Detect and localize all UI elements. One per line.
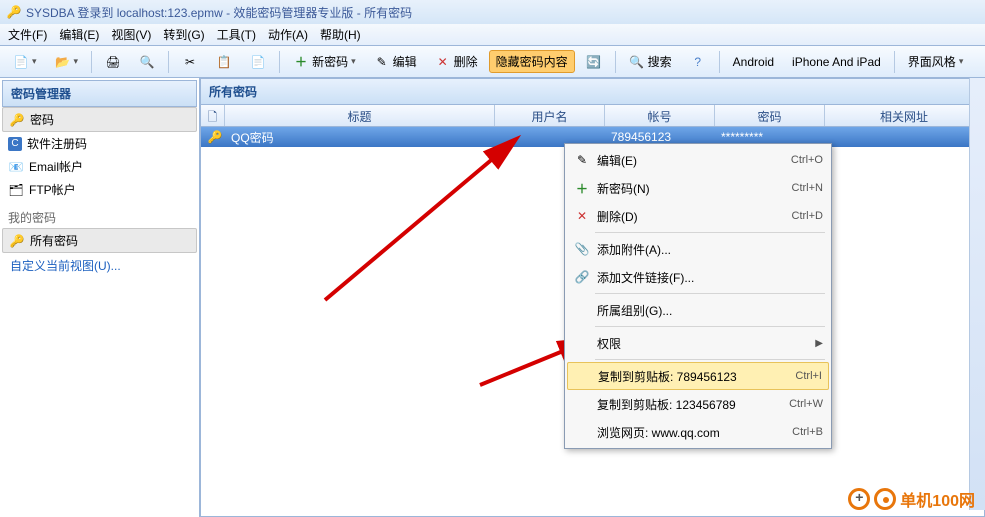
paste-button[interactable]: 📄 <box>243 51 273 73</box>
new-password-button[interactable]: ＋新密码▾ <box>286 50 363 73</box>
open-button[interactable]: 📂▾ <box>48 51 86 73</box>
ctx-copy-password[interactable]: 复制到剪贴板: 123456789Ctrl+W <box>567 390 829 418</box>
titlebar: 🔑 SYSDBA 登录到 localhost:123.epmw - 效能密码管理… <box>0 0 985 24</box>
folder-icon: 📂 <box>55 54 71 70</box>
sidebar-item-ftp[interactable]: 🗂FTP帐户 <box>2 178 197 201</box>
help-icon: ? <box>690 54 706 70</box>
ctx-delete[interactable]: ✕删除(D)Ctrl+D <box>567 202 829 230</box>
ui-style-button[interactable]: 界面风格▾ <box>901 50 971 73</box>
menu-action[interactable]: 动作(A) <box>268 26 308 43</box>
sidebar-header: 密码管理器 <box>2 80 197 107</box>
ctx-new[interactable]: ＋新密码(N)Ctrl+N <box>567 174 829 202</box>
iphone-button[interactable]: iPhone And iPad <box>785 52 888 72</box>
scrollbar[interactable] <box>969 78 985 510</box>
col-title[interactable]: 标题 <box>225 105 495 126</box>
hide-content-label: 隐藏密码内容 <box>496 53 568 70</box>
android-label: Android <box>733 55 774 69</box>
ctx-browse[interactable]: 浏览网页: www.qq.comCtrl+B <box>567 418 829 446</box>
plus-icon: ＋ <box>571 180 593 197</box>
cut-icon: ✂ <box>182 54 198 70</box>
logo-plus-icon <box>848 488 870 510</box>
menu-goto[interactable]: 转到(G) <box>163 26 204 43</box>
preview-icon: 🔍 <box>139 54 155 70</box>
menubar: 文件(F) 编辑(E) 视图(V) 转到(G) 工具(T) 动作(A) 帮助(H… <box>0 24 985 46</box>
menu-view[interactable]: 视图(V) <box>111 26 151 43</box>
iphone-label: iPhone And iPad <box>792 55 881 69</box>
menu-edit[interactable]: 编辑(E) <box>59 26 99 43</box>
help-button[interactable]: ? <box>683 51 713 73</box>
ftp-icon: 🗂 <box>8 182 24 198</box>
menu-file[interactable]: 文件(F) <box>8 26 47 43</box>
context-menu: ✎编辑(E)Ctrl+O ＋新密码(N)Ctrl+N ✕删除(D)Ctrl+D … <box>564 143 832 449</box>
ctx-perm[interactable]: 权限▶ <box>567 329 829 357</box>
key-icon: 🔑 <box>6 4 22 20</box>
preview-button[interactable]: 🔍 <box>132 51 162 73</box>
copy-icon: 📋 <box>216 54 232 70</box>
sidebar: 密码管理器 🔑密码 C软件注册码 📧Email帐户 🗂FTP帐户 我的密码 🔑所… <box>0 78 200 517</box>
delete-label: 删除 <box>454 53 478 70</box>
chevron-right-icon: ▶ <box>815 338 823 349</box>
content-header: 所有密码 <box>201 79 984 105</box>
key-icon: 🔑 <box>9 233 25 249</box>
refresh-icon: 🔄 <box>586 54 602 70</box>
cut-button[interactable]: ✂ <box>175 51 205 73</box>
clip-icon: 📎 <box>571 242 593 256</box>
key-icon: 🔑 <box>9 112 25 128</box>
sidebar-item-password[interactable]: 🔑密码 <box>2 107 197 132</box>
ui-style-label: 界面风格 <box>908 53 956 70</box>
plus-icon: ＋ <box>293 54 309 70</box>
menu-tools[interactable]: 工具(T) <box>217 26 256 43</box>
x-icon: ✕ <box>571 209 593 223</box>
refresh-button[interactable]: 🔄 <box>579 51 609 73</box>
ctx-link[interactable]: 🔗添加文件链接(F)... <box>567 263 829 291</box>
sidebar-item-software[interactable]: C软件注册码 <box>2 132 197 155</box>
sidebar-item-email[interactable]: 📧Email帐户 <box>2 155 197 178</box>
col-user[interactable]: 用户名 <box>495 105 605 126</box>
delete-button[interactable]: ✕删除 <box>428 50 485 73</box>
x-icon: ✕ <box>435 54 451 70</box>
sidebar-group-mypass: 我的密码 <box>2 205 197 228</box>
doc-icon: 📄 <box>13 54 29 70</box>
logo-dot-icon <box>874 488 896 510</box>
row-title: QQ密码 <box>225 127 495 148</box>
col-password[interactable]: 密码 <box>715 105 825 126</box>
link-icon: 🔗 <box>571 270 593 284</box>
ctx-copy-account[interactable]: 复制到剪贴板: 789456123Ctrl+I <box>567 362 829 390</box>
print-button[interactable]: 🖨 <box>98 51 128 73</box>
toolbar: 📄▾ 📂▾ 🖨 🔍 ✂ 📋 📄 ＋新密码▾ ✎编辑 ✕删除 隐藏密码内容 🔄 🔍… <box>0 46 985 78</box>
key-icon: 🔑 <box>207 129 223 145</box>
hide-content-button[interactable]: 隐藏密码内容 <box>489 50 575 73</box>
android-button[interactable]: Android <box>726 52 781 72</box>
nav-button[interactable]: 📄▾ <box>6 51 44 73</box>
edit-button[interactable]: ✎编辑 <box>367 50 424 73</box>
search-button[interactable]: 🔍搜索 <box>622 50 679 73</box>
sidebar-custom-view-link[interactable]: 自定义当前视图(U)... <box>2 253 197 278</box>
copy-button[interactable]: 📋 <box>209 51 239 73</box>
col-account[interactable]: 帐号 <box>605 105 715 126</box>
row-user <box>495 135 605 139</box>
paste-icon: 📄 <box>250 54 266 70</box>
print-icon: 🖨 <box>105 54 121 70</box>
menu-help[interactable]: 帮助(H) <box>320 26 361 43</box>
search-label: 搜索 <box>648 53 672 70</box>
col-url[interactable]: 相关网址 <box>825 105 984 126</box>
pencil-icon: ✎ <box>374 54 390 70</box>
new-password-label: 新密码 <box>312 53 348 70</box>
ctx-attach[interactable]: 📎添加附件(A)... <box>567 235 829 263</box>
sidebar-item-all-passwords[interactable]: 🔑所有密码 <box>2 228 197 253</box>
col-icon[interactable]: 🗋 <box>201 105 225 126</box>
ctx-edit[interactable]: ✎编辑(E)Ctrl+O <box>567 146 829 174</box>
watermark-text: 单机100网 <box>900 487 975 511</box>
grid-header: 🗋 标题 用户名 帐号 密码 相关网址 <box>201 105 984 127</box>
search-icon: 🔍 <box>629 54 645 70</box>
edit-label: 编辑 <box>393 53 417 70</box>
ctx-group[interactable]: 所属组别(G)... <box>567 296 829 324</box>
pencil-icon: ✎ <box>571 153 593 167</box>
row-url <box>825 135 984 139</box>
cube-icon: C <box>8 137 22 151</box>
watermark: 单机100网 <box>848 487 975 511</box>
mail-icon: 📧 <box>8 159 24 175</box>
window-title: SYSDBA 登录到 localhost:123.epmw - 效能密码管理器专… <box>26 4 412 21</box>
